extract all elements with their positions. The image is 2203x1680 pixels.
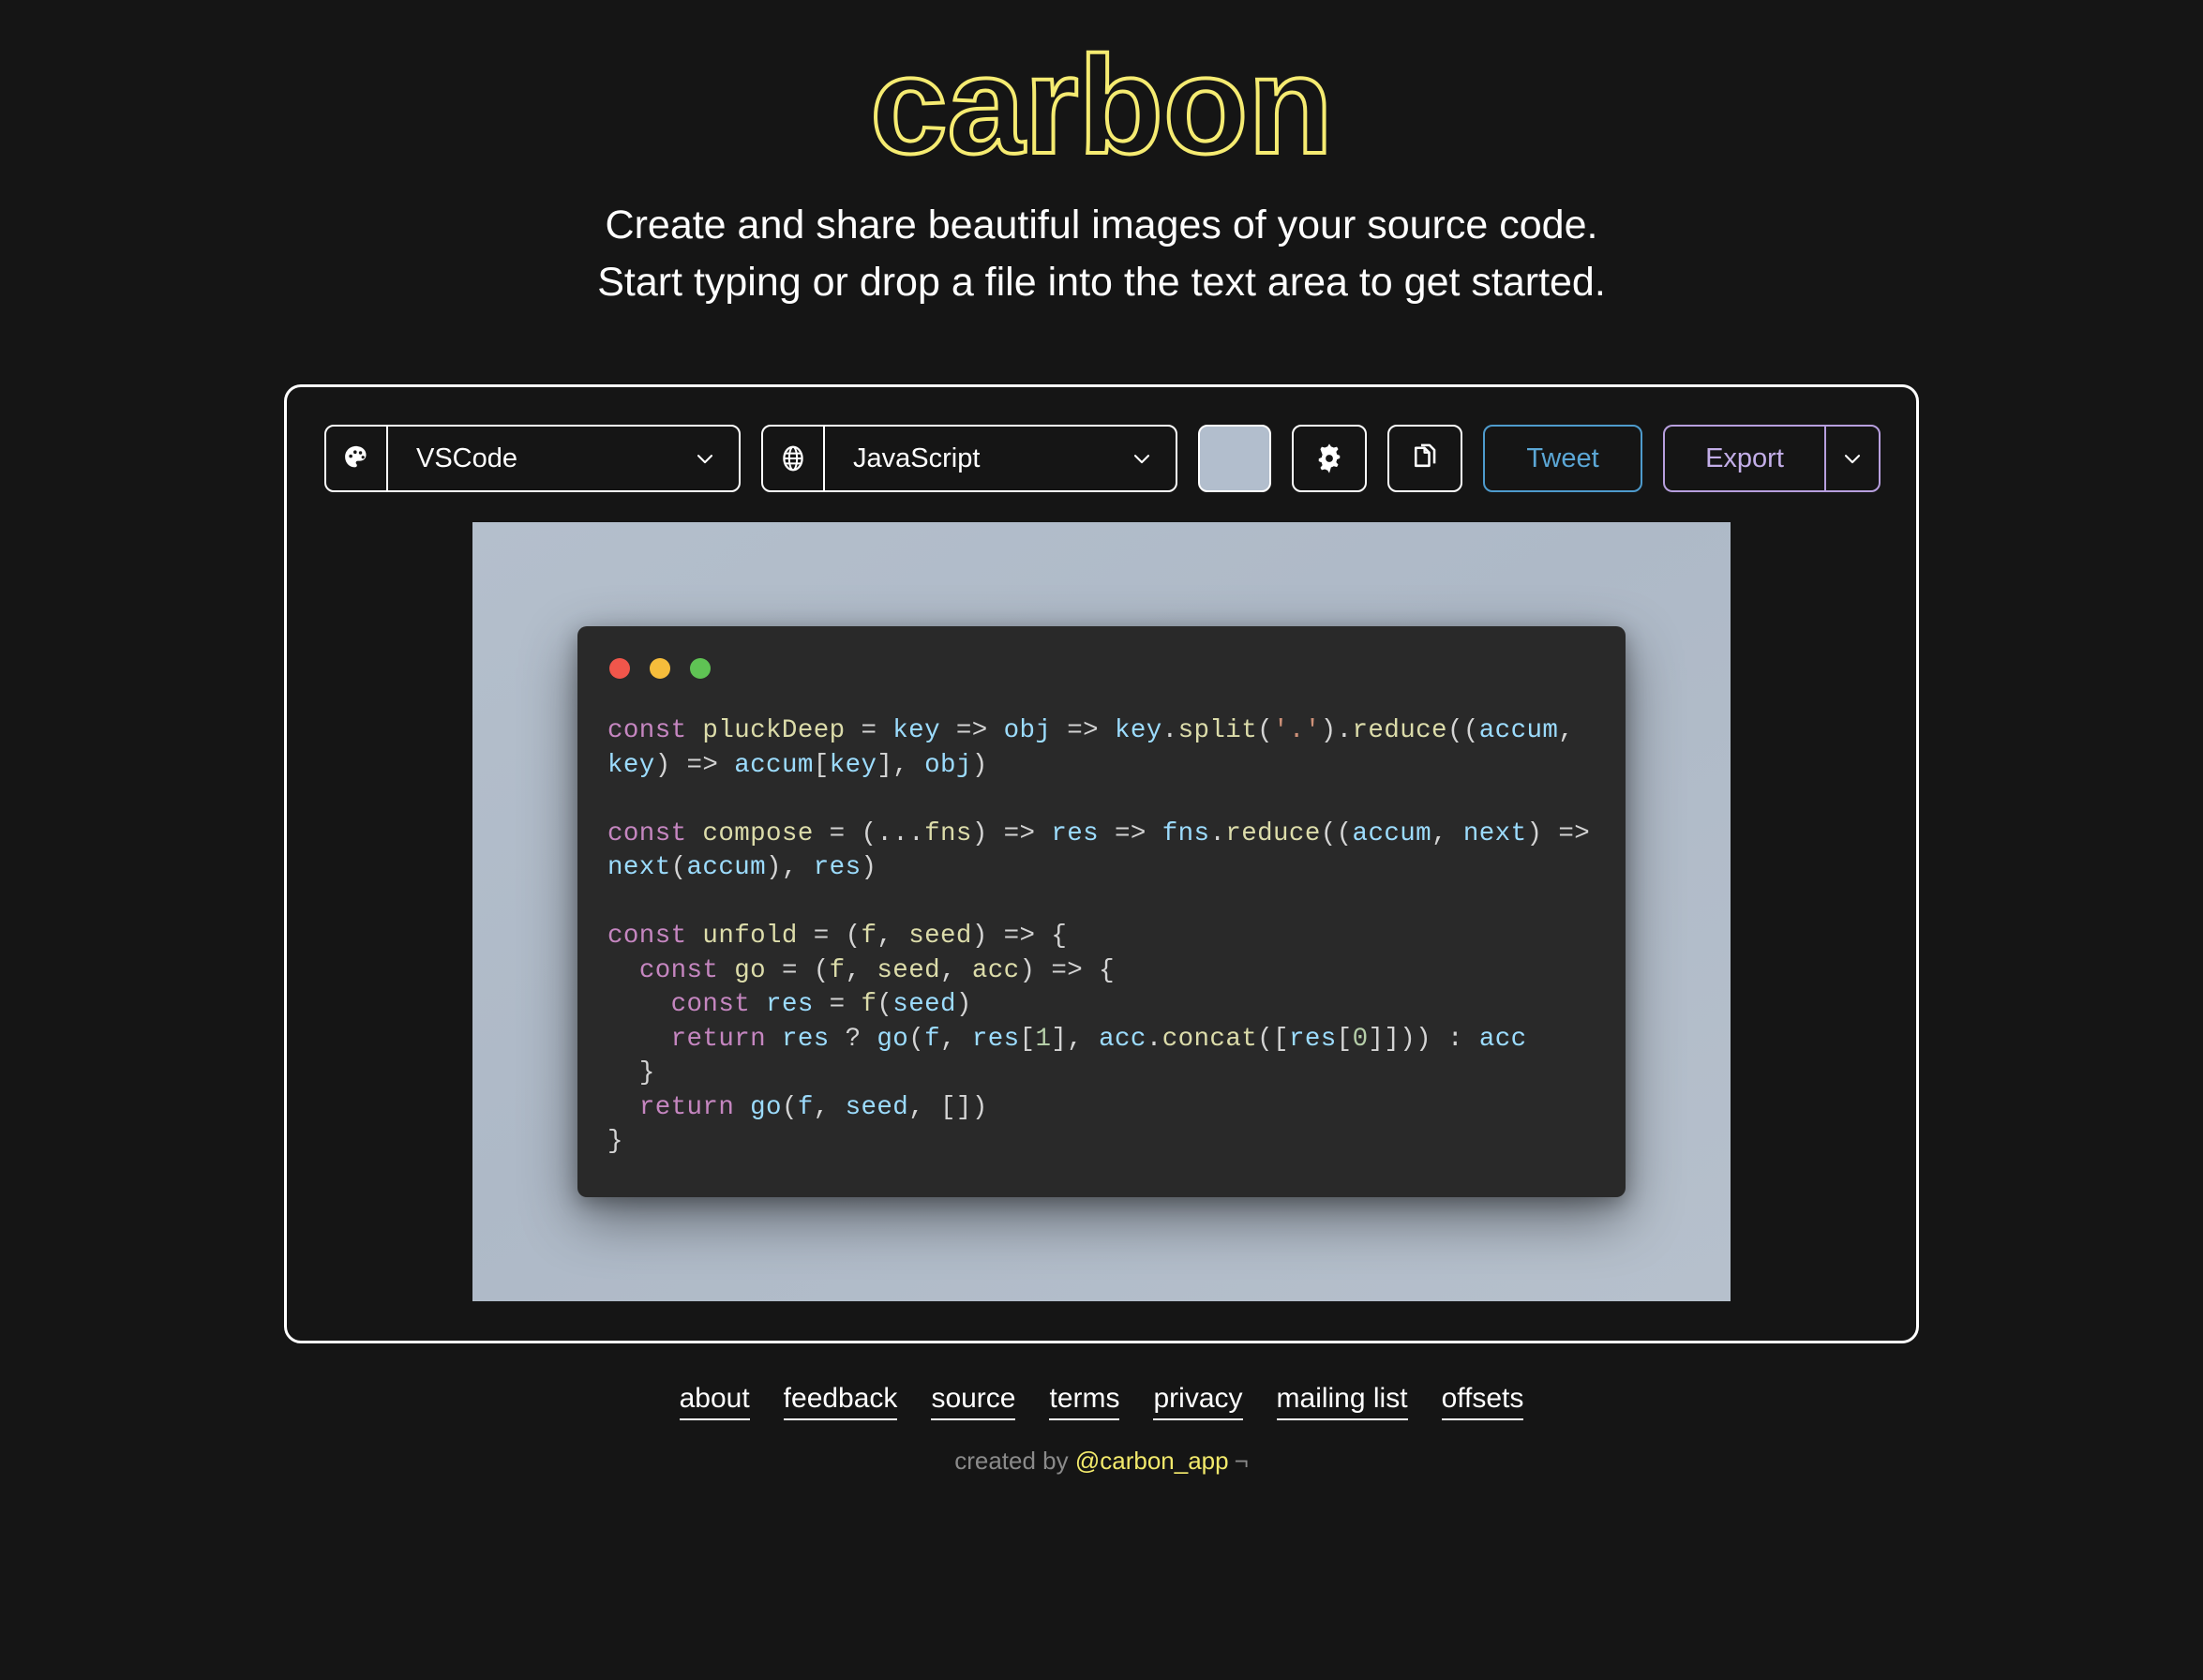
credit-line: created by @carbon_app ¬ xyxy=(954,1447,1249,1476)
carbon-app-page: carbon Create and share beautiful images… xyxy=(0,0,2203,1680)
credit-arrow-glyph: ¬ xyxy=(1234,1447,1249,1476)
footer-link-feedback[interactable]: feedback xyxy=(783,1383,898,1421)
footer-link-mailing-list[interactable]: mailing list xyxy=(1276,1383,1408,1421)
export-dropdown-toggle[interactable] xyxy=(1824,427,1879,491)
footer-link-privacy[interactable]: privacy xyxy=(1153,1383,1243,1421)
language-select-field[interactable]: JavaScript xyxy=(825,427,1176,490)
footer-link-about[interactable]: about xyxy=(679,1383,750,1421)
code-window: const pluckDeep = key => obj => key.spli… xyxy=(577,626,1626,1197)
export-button-group: Export xyxy=(1663,425,1881,493)
language-selector[interactable]: JavaScript xyxy=(761,425,1177,493)
app-logo: carbon xyxy=(868,28,1334,183)
footer: about feedback source terms privacy mail… xyxy=(679,1383,1524,1476)
globe-icon xyxy=(763,427,825,491)
chevron-down-icon xyxy=(1129,445,1155,472)
settings-button[interactable] xyxy=(1292,425,1367,493)
window-traffic-lights xyxy=(607,654,1596,680)
toolbar: VSCode JavaScript Tweet Export xyxy=(322,425,1881,493)
zoom-dot xyxy=(690,658,711,680)
export-preview-canvas[interactable]: const pluckDeep = key => obj => key.spli… xyxy=(472,522,1731,1302)
language-value: JavaScript xyxy=(853,442,981,473)
theme-value: VSCode xyxy=(416,442,518,473)
tagline-line-2: Start typing or drop a file into the tex… xyxy=(597,260,1606,306)
export-label: Export xyxy=(1705,442,1784,473)
copy-files-icon xyxy=(1408,442,1442,475)
footer-link-offsets[interactable]: offsets xyxy=(1441,1383,1524,1421)
chevron-down-icon xyxy=(1839,445,1866,472)
gear-icon xyxy=(1312,442,1346,475)
tagline: Create and share beautiful images of you… xyxy=(597,197,1606,311)
editor-card: VSCode JavaScript Tweet Export const plu… xyxy=(284,384,1919,1344)
minimize-dot xyxy=(650,658,670,680)
theme-selector[interactable]: VSCode xyxy=(324,425,741,493)
close-dot xyxy=(609,658,630,680)
tweet-label: Tweet xyxy=(1526,442,1599,473)
tweet-button[interactable]: Tweet xyxy=(1483,425,1642,493)
theme-select-field[interactable]: VSCode xyxy=(388,427,739,490)
credit-prefix: created by xyxy=(954,1447,1075,1476)
credit-handle-link[interactable]: @carbon_app xyxy=(1075,1447,1229,1475)
export-button[interactable]: Export xyxy=(1665,427,1824,490)
logo-text: carbon xyxy=(868,28,1334,183)
chevron-down-icon xyxy=(692,445,718,472)
tagline-line-1: Create and share beautiful images of you… xyxy=(605,202,1598,248)
copy-button[interactable] xyxy=(1387,425,1462,493)
background-color-swatch[interactable] xyxy=(1198,425,1271,493)
footer-link-terms[interactable]: terms xyxy=(1049,1383,1120,1421)
footer-link-source[interactable]: source xyxy=(931,1383,1016,1421)
code-editor[interactable]: const pluckDeep = key => obj => key.spli… xyxy=(607,714,1596,1160)
footer-links: about feedback source terms privacy mail… xyxy=(679,1383,1524,1421)
palette-icon xyxy=(326,427,388,491)
